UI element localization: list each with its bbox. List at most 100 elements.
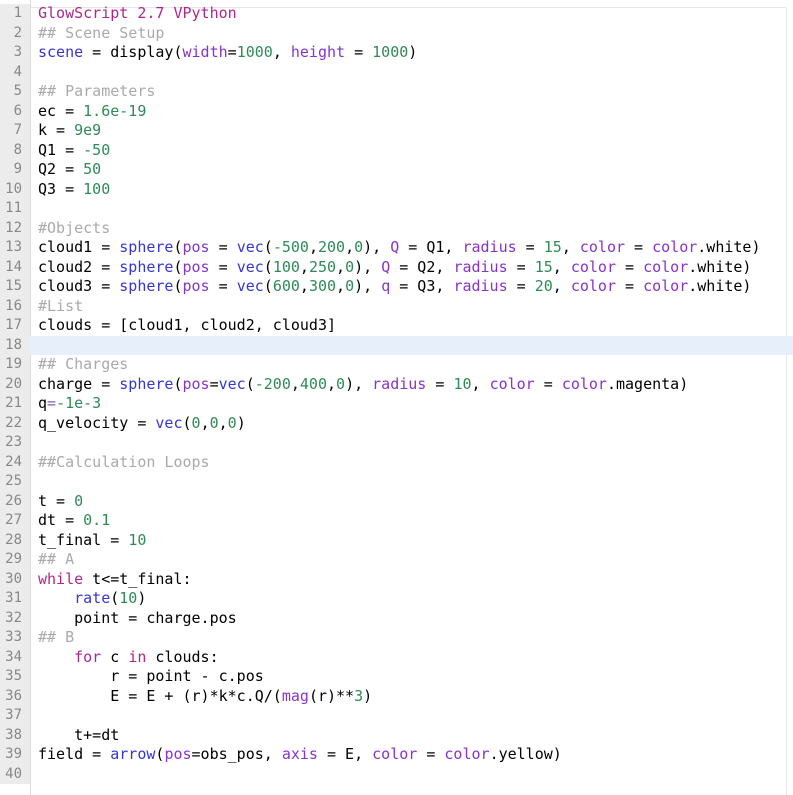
code-line[interactable]: 25 — [0, 472, 793, 492]
code-editor[interactable]: 1 GlowScript 2.7 VPython 2 ## Scene Setup 3 s… — [0, 0, 793, 795]
code-line-text[interactable]: rate(10) — [38, 589, 146, 609]
line-number: 35 — [0, 667, 30, 687]
code-line-text[interactable]: cloud1 = sphere(pos = vec(-500,200,0), Q… — [38, 238, 761, 258]
code-line-text[interactable]: charge = sphere(pos=vec(-200,400,0), rad… — [38, 375, 688, 395]
code-token: -50 — [83, 140, 111, 159]
code-line[interactable]: 1 GlowScript 2.7 VPython — [0, 4, 793, 24]
code-line[interactable]: 23 — [0, 433, 793, 453]
code-line[interactable]: 20 charge = sphere(pos=vec(-200,400,0), r… — [0, 374, 793, 395]
code-line-text[interactable]: cloud2 = sphere(pos = vec(100,250,0), Q … — [38, 258, 751, 278]
code-line[interactable]: 24 ##Calculation Loops — [0, 452, 793, 473]
code-line[interactable]: 39 field = arrow(pos=obs_pos, axis = E, c… — [0, 745, 793, 765]
code-line-text[interactable]: q_velocity = vec(0,0,0) — [38, 414, 246, 434]
code-token: = — [534, 374, 562, 393]
code-line-text[interactable]: t = 0 — [38, 492, 83, 512]
code-line-text[interactable]: #List — [38, 297, 83, 317]
code-token: = — [616, 277, 644, 295]
code-token: #List — [38, 296, 84, 315]
code-line-text[interactable]: E = E + (r)*k*c.Q/(mag(r)**3) — [38, 687, 372, 707]
code-line-text[interactable]: k = 9e9 — [38, 121, 101, 141]
code-line-text[interactable]: Q3 = 100 — [38, 180, 110, 200]
code-token: , — [336, 257, 346, 276]
code-line[interactable]: 26 t = 0 — [0, 491, 793, 512]
code-line-text[interactable]: ## Charges — [38, 355, 128, 375]
code-line[interactable]: 2 ## Scene Setup — [0, 23, 793, 44]
code-lines-container[interactable]: 1 GlowScript 2.7 VPython 2 ## Scene Setup 3 s… — [0, 4, 793, 784]
code-line[interactable]: 9 Q2 = 50 — [0, 160, 793, 180]
code-line-text[interactable]: ## Scene Setup — [38, 24, 164, 44]
code-line[interactable]: 11 — [0, 199, 793, 219]
code-line[interactable]: 33 ## B — [0, 628, 793, 648]
code-line[interactable]: 10 Q3 = 100 — [0, 179, 793, 200]
code-token: color — [372, 745, 418, 763]
code-line-text[interactable]: t_final = 10 — [38, 531, 146, 551]
code-line[interactable]: 32 point = charge.pos — [0, 608, 793, 629]
code-line[interactable]: 28 t_final = 10 — [0, 530, 793, 551]
code-token: ##Calculation Loops — [38, 452, 210, 471]
code-line[interactable]: 34 for c in clouds: — [0, 647, 793, 668]
code-line-text[interactable]: clouds = [cloud1, cloud2, cloud3] — [38, 316, 336, 336]
code-token: =obs_pos, — [191, 745, 282, 763]
code-token: q_velocity = — [38, 413, 156, 432]
code-line-text[interactable]: field = arrow(pos=obs_pos, axis = E, col… — [38, 745, 562, 765]
code-token: ( — [173, 257, 183, 276]
code-line[interactable]: 21 q=-1e-3 — [0, 394, 793, 414]
code-line-text[interactable]: Q1 = -50 — [38, 141, 110, 161]
code-line[interactable]: 31 rate(10) — [0, 589, 793, 609]
code-line-text[interactable]: scene = display(width=1000, height = 100… — [38, 43, 417, 63]
code-line[interactable]: 27 dt = 0.1 — [0, 511, 793, 531]
code-line-text[interactable]: #Objects — [38, 219, 110, 239]
code-line[interactable]: 3 scene = display(width=1000, height = 10… — [0, 43, 793, 63]
line-number: 2 — [0, 23, 30, 43]
code-token: dt = — [38, 511, 84, 529]
code-line-text[interactable]: point = charge.pos — [38, 609, 237, 629]
code-token: 50 — [83, 160, 102, 178]
code-line-text[interactable]: GlowScript 2.7 VPython — [38, 4, 237, 24]
code-line-text[interactable]: ## B — [38, 628, 74, 648]
code-line[interactable]: 17 clouds = [cloud1, cloud2, cloud3] — [0, 316, 793, 336]
code-line[interactable]: 40 — [0, 764, 793, 784]
code-line-text[interactable]: ## Parameters — [38, 82, 155, 102]
line-number: 25 — [0, 472, 30, 492]
code-token: ( — [263, 277, 273, 295]
line-number: 29 — [0, 550, 30, 570]
code-line[interactable]: 22 q_velocity = vec(0,0,0) — [0, 413, 793, 434]
code-line-text[interactable]: Q2 = 50 — [38, 160, 101, 180]
code-line[interactable]: 8 Q1 = -50 — [0, 140, 793, 161]
code-line-text[interactable]: while t<=t_final: — [38, 570, 192, 590]
code-token: cloud1 = — [38, 238, 120, 256]
code-line[interactable]: 38 t+=dt — [0, 725, 793, 746]
code-token: radius — [453, 257, 508, 276]
code-token: color — [652, 238, 698, 256]
code-line-text[interactable]: t+=dt — [38, 726, 119, 746]
code-line[interactable]: 18 — [0, 335, 793, 355]
code-token: 0 — [74, 491, 84, 510]
code-token: GlowScript 2.7 VPython — [38, 4, 237, 22]
code-line-text[interactable]: cloud3 = sphere(pos = vec(600,300,0), q … — [38, 277, 751, 297]
code-line[interactable]: 6 ec = 1.6e-19 — [0, 101, 793, 122]
code-line[interactable]: 12 #Objects — [0, 218, 793, 239]
code-line[interactable]: 36 E = E + (r)*k*c.Q/(mag(r)**3) — [0, 686, 793, 707]
code-line[interactable]: 19 ## Charges — [0, 355, 793, 375]
code-line[interactable]: 14 cloud2 = sphere(pos = vec(100,250,0), … — [0, 257, 793, 278]
code-line[interactable]: 4 — [0, 62, 793, 82]
code-line[interactable]: 29 ## A — [0, 550, 793, 570]
code-line[interactable]: 30 while t<=t_final: — [0, 569, 793, 590]
code-line-text[interactable]: for c in clouds: — [38, 648, 219, 668]
code-line[interactable]: 16 #List — [0, 296, 793, 317]
code-line-text[interactable]: dt = 0.1 — [38, 511, 110, 531]
code-line-text[interactable]: q=-1e-3 — [38, 394, 101, 414]
code-line-text[interactable]: ##Calculation Loops — [38, 453, 210, 473]
code-line-text[interactable]: ## A — [38, 550, 74, 570]
code-line[interactable]: 35 r = point - c.pos — [0, 667, 793, 687]
code-line[interactable]: 37 — [0, 706, 793, 726]
code-token: ), — [363, 238, 391, 256]
code-token: Q — [381, 257, 391, 276]
code-line[interactable]: 13 cloud1 = sphere(pos = vec(-500,200,0),… — [0, 238, 793, 258]
code-line[interactable]: 7 k = 9e9 — [0, 121, 793, 141]
code-line[interactable]: 15 cloud3 = sphere(pos = vec(600,300,0), … — [0, 277, 793, 297]
code-line-text[interactable]: ec = 1.6e-19 — [38, 102, 146, 122]
code-line-text[interactable]: r = point - c.pos — [38, 667, 264, 687]
code-token: height — [290, 43, 346, 61]
code-line[interactable]: 5 ## Parameters — [0, 82, 793, 102]
